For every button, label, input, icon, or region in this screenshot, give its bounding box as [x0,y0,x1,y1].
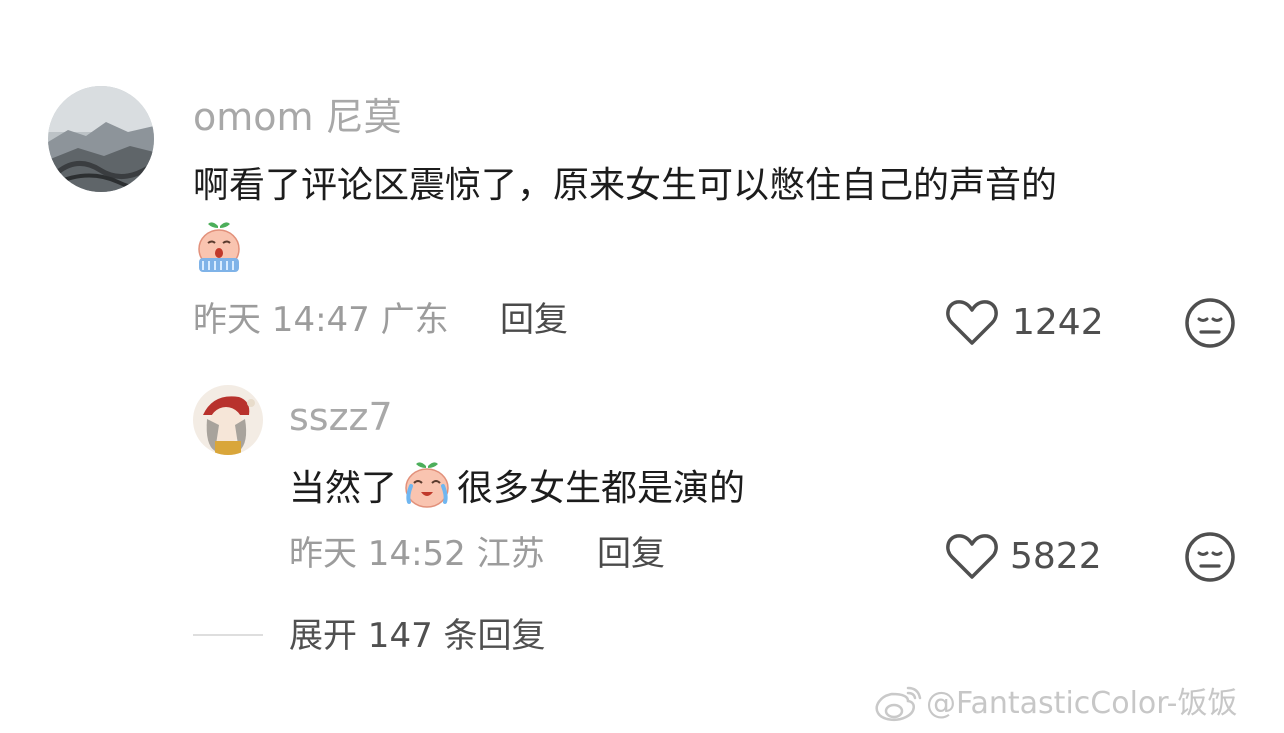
heart-outline-icon [946,300,998,345]
crying-emoji [399,456,455,512]
reply-avatar[interactable] [193,385,263,455]
comment-like-button[interactable] [945,298,999,348]
comment-meta: 昨天 14:47 广东 [193,300,449,340]
watermark-text: @FantasticColor-饭饭 [926,686,1238,721]
reply-text: 当然了 很多女生都是演的 [289,462,746,512]
meh-face-icon [1185,532,1235,582]
comment-username[interactable]: omom 尼莫 [193,98,402,136]
comment-text: 啊看了评论区震惊了，原来女生可以憋住自己的声音的 [193,165,1058,206]
reply-like-button[interactable] [945,532,999,582]
heart-outline-icon [946,534,998,579]
reply-reply-button[interactable]: 回复 [597,537,665,571]
reply-dislike-button[interactable] [1184,531,1236,583]
expand-divider [193,634,263,636]
meh-face-icon [1185,298,1235,348]
comment-dislike-button[interactable] [1184,297,1236,349]
reply-meta: 昨天 14:52 江苏 [289,534,545,574]
reply-text-after: 很多女生都是演的 [457,468,746,509]
reply-text-before: 当然了 [289,468,398,509]
crying-emoji [191,218,247,274]
comment-like-count: 1242 [1012,302,1104,343]
reply-username[interactable]: sszz7 [289,398,393,436]
comment-reply-button[interactable]: 回复 [500,303,568,337]
weibo-logo [872,682,924,724]
comment-avatar[interactable] [48,86,154,192]
reply-like-count: 5822 [1010,536,1102,577]
expand-replies-button[interactable]: 展开 147 条回复 [289,619,546,653]
